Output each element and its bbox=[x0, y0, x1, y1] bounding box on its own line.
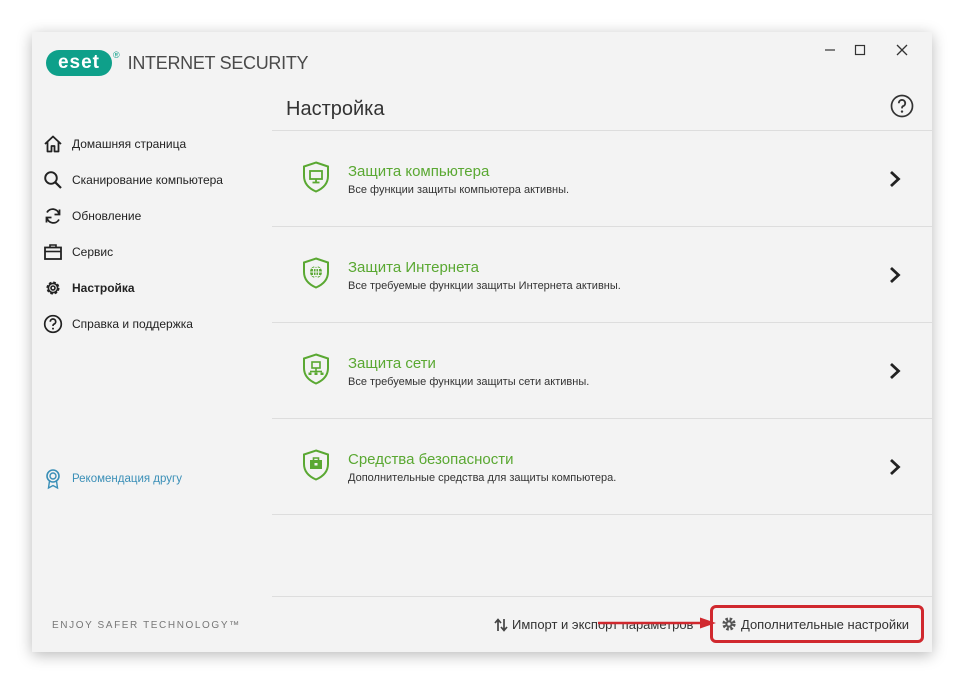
sidebar-item-label: Сканирование компьютера bbox=[72, 173, 223, 187]
briefcase-shield-icon bbox=[303, 449, 329, 481]
sidebar-item-label: Справка и поддержка bbox=[72, 317, 193, 331]
globe-shield-icon bbox=[303, 257, 329, 289]
red-arrow-annotation bbox=[598, 617, 716, 629]
row-subtitle: Дополнительные средства для защиты компь… bbox=[348, 472, 617, 484]
main-panel: Настройка Защита компьютера Все функции … bbox=[272, 92, 932, 652]
minimize-icon bbox=[825, 49, 835, 51]
tagline: ENJOY SAFER TECHNOLOGY™ bbox=[52, 620, 241, 631]
close-icon bbox=[896, 44, 908, 56]
settings-row-network[interactable]: Защита сети Все требуемые функции защиты… bbox=[272, 323, 932, 419]
chevron-right-icon bbox=[890, 458, 901, 476]
sidebar-item-home[interactable]: Домашняя страница bbox=[42, 132, 186, 156]
sidebar-item-settings[interactable]: Настройка bbox=[42, 276, 135, 300]
toolbox-icon bbox=[42, 241, 64, 263]
sidebar-item-update[interactable]: Обновление bbox=[42, 204, 141, 228]
maximize-icon bbox=[854, 44, 866, 56]
row-title: Защита Интернета bbox=[348, 259, 479, 276]
settings-list: Защита компьютера Все функции защиты ком… bbox=[272, 130, 932, 515]
logo-reg-mark: ® bbox=[113, 50, 120, 60]
help-icon bbox=[890, 94, 914, 118]
refresh-icon bbox=[42, 205, 64, 227]
sidebar-item-help[interactable]: Справка и поддержка bbox=[42, 312, 193, 336]
close-button[interactable] bbox=[884, 38, 920, 62]
sidebar-item-tools[interactable]: Сервис bbox=[42, 240, 113, 264]
sidebar-item-scan[interactable]: Сканирование компьютера bbox=[42, 168, 223, 192]
page-title: Настройка bbox=[286, 98, 385, 120]
gear-icon bbox=[721, 616, 737, 632]
eset-logo: eset ® INTERNET SECURITY bbox=[46, 50, 309, 76]
app-window: eset ® INTERNET SECURITY Домашняя страни… bbox=[32, 32, 932, 652]
recommend-label: Рекомендация другу bbox=[72, 473, 182, 485]
network-shield-icon bbox=[303, 353, 329, 385]
monitor-shield-icon bbox=[303, 161, 329, 193]
settings-row-internet[interactable]: Защита Интернета Все требуемые функции з… bbox=[272, 227, 932, 323]
sort-arrows-icon bbox=[494, 617, 508, 632]
home-icon bbox=[42, 133, 64, 155]
sidebar-item-label: Обновление bbox=[72, 209, 142, 223]
chevron-right-icon bbox=[890, 266, 901, 284]
logo-badge: eset bbox=[46, 50, 112, 76]
row-subtitle: Все требуемые функции защиты Интернета а… bbox=[348, 280, 621, 292]
search-icon bbox=[42, 169, 64, 191]
settings-row-security-tools[interactable]: Средства безопасности Дополнительные сре… bbox=[272, 419, 932, 515]
help-button[interactable] bbox=[890, 94, 914, 118]
row-subtitle: Все функции защиты компьютера активны. bbox=[348, 184, 570, 196]
row-subtitle: Все требуемые функции защиты сети активн… bbox=[348, 376, 590, 388]
row-title: Защита компьютера bbox=[348, 163, 490, 180]
maximize-button[interactable] bbox=[842, 38, 878, 62]
chevron-right-icon bbox=[890, 170, 901, 188]
gear-icon bbox=[42, 277, 64, 299]
chevron-right-icon bbox=[890, 362, 901, 380]
badge-icon bbox=[42, 468, 64, 490]
sidebar-item-label: Сервис bbox=[72, 245, 114, 259]
row-title: Защита сети bbox=[348, 355, 436, 372]
product-name: INTERNET SECURITY bbox=[127, 52, 309, 73]
sidebar-item-label: Настройка bbox=[72, 281, 135, 295]
settings-row-computer[interactable]: Защита компьютера Все функции защиты ком… bbox=[272, 131, 932, 227]
advanced-settings-button[interactable]: Дополнительные настройки bbox=[710, 605, 924, 643]
question-icon bbox=[42, 313, 64, 335]
sidebar-item-label: Домашняя страница bbox=[72, 137, 187, 151]
advanced-settings-label: Дополнительные настройки bbox=[741, 616, 910, 632]
row-title: Средства безопасности bbox=[348, 451, 514, 468]
recommend-link[interactable]: Рекомендация другу bbox=[42, 468, 182, 490]
